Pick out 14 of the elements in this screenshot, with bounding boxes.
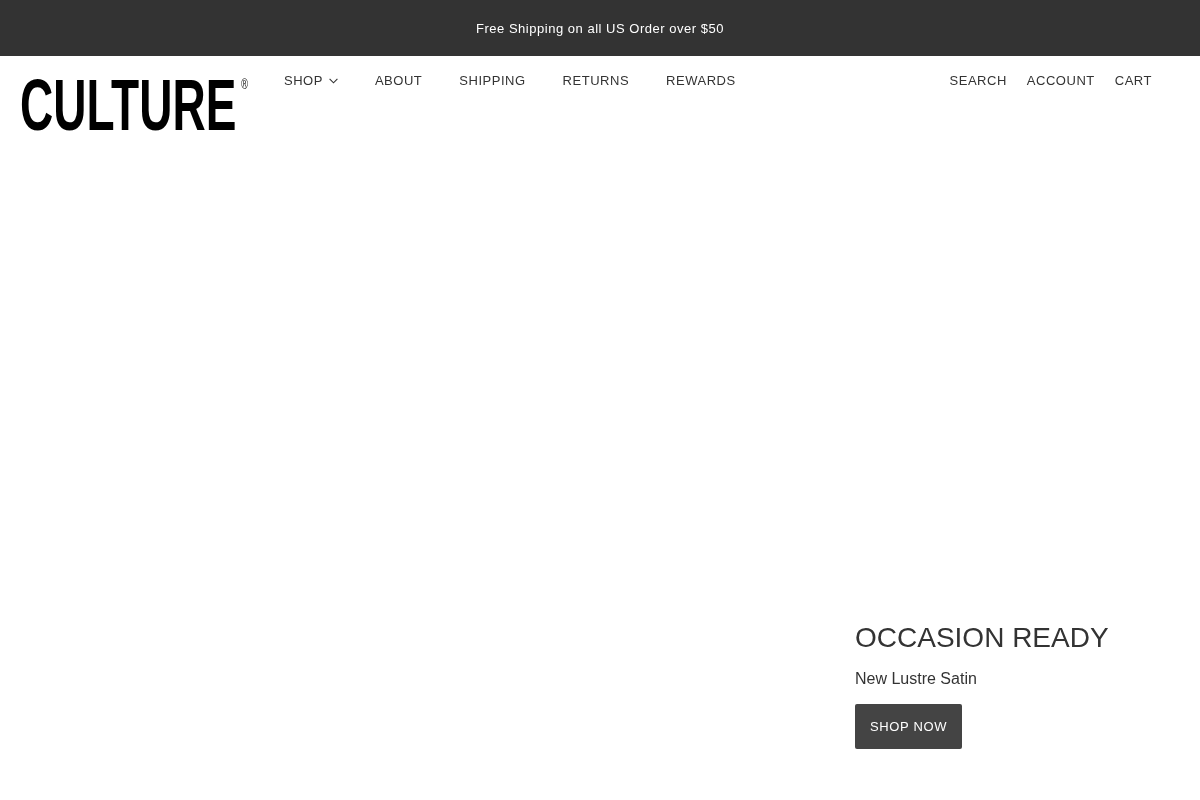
chevron-down-icon <box>328 78 338 84</box>
brand-logo[interactable]: CULTURE® <box>20 68 248 141</box>
header-link[interactable]: SEARCH <box>949 74 1007 88</box>
nav-link[interactable]: SHIPPING <box>459 74 526 88</box>
header-link[interactable]: CART <box>1114 74 1152 88</box>
shop-now-button[interactable]: SHOP NOW <box>855 704 963 749</box>
nav-link[interactable]: SHOP <box>284 74 338 88</box>
hero-subtitle: New Lustre Satin <box>855 669 977 689</box>
nav-link[interactable]: RETURNS <box>562 74 630 88</box>
header-link[interactable]: ACCOUNT <box>1026 74 1095 88</box>
nav-link[interactable]: REWARDS <box>666 74 736 88</box>
nav-link[interactable]: ABOUT <box>374 74 423 88</box>
hero-title: OCCASION READY <box>855 621 1109 655</box>
announcement-text: Free Shipping on all US Order over $50 <box>475 20 725 36</box>
